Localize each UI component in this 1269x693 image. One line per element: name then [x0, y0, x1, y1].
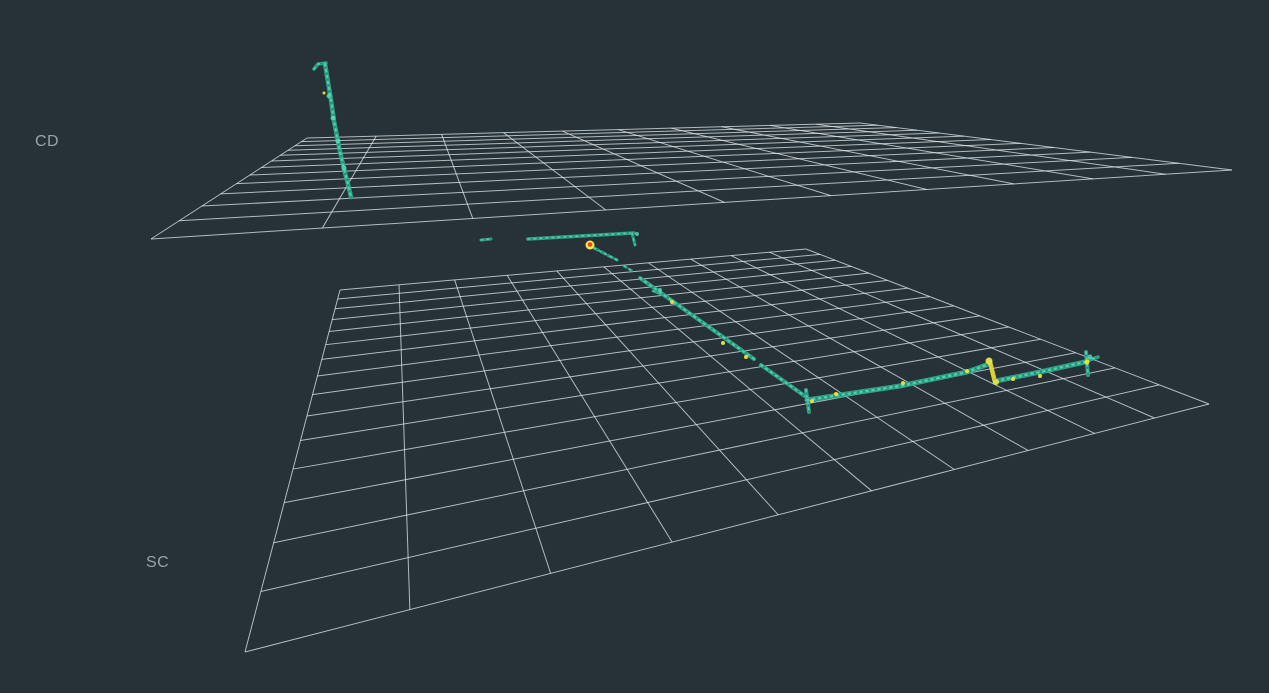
hit-marker	[986, 358, 993, 365]
hit-marker	[993, 379, 999, 385]
grid-line	[691, 259, 1028, 450]
hit-marker	[1038, 374, 1042, 378]
hit-marker	[1085, 360, 1090, 365]
grid-line	[274, 368, 1115, 543]
grid-line	[245, 404, 1209, 652]
hit-marker	[323, 92, 326, 95]
grid-line	[293, 339, 1041, 469]
grid-line	[317, 297, 929, 376]
hit-marker	[965, 369, 969, 373]
grid-line	[618, 130, 831, 196]
hit-marker	[834, 392, 838, 396]
grid-line	[261, 385, 1159, 592]
grid-line	[313, 306, 954, 395]
hit-marker	[670, 300, 674, 304]
flash-hit-core	[588, 242, 593, 247]
sc-plane-label: SC	[146, 555, 169, 571]
glow-point	[658, 288, 662, 292]
grid-line	[301, 125, 877, 141]
grid-line	[562, 131, 724, 202]
hit-marker	[901, 381, 905, 385]
grid-line	[648, 263, 954, 470]
hit-marker	[721, 341, 725, 345]
grid-line	[604, 267, 872, 491]
cd-plane-label: CD	[35, 134, 59, 150]
glow-point	[342, 166, 347, 171]
glow-point	[1088, 355, 1093, 360]
hit-marker	[1011, 377, 1015, 381]
sc-plane-grid	[245, 249, 1209, 652]
glow-point	[336, 139, 341, 144]
scene-canvas[interactable]	[0, 0, 1269, 693]
particle-tracks	[314, 63, 1098, 412]
grid-line	[322, 288, 908, 359]
flash-hit-marker	[586, 241, 595, 250]
grid-line	[151, 138, 307, 239]
hit-marker	[810, 399, 814, 403]
event-display-viewport[interactable]: CD SC	[0, 0, 1269, 693]
glow-point	[327, 94, 332, 99]
glow-point	[331, 116, 336, 121]
cd-plane-grid	[151, 123, 1232, 239]
grid-line	[769, 252, 1154, 418]
sc-jog	[990, 362, 995, 382]
hit-marker	[744, 355, 748, 359]
glow-point	[635, 232, 639, 236]
grid-line	[399, 285, 410, 610]
grid-line	[307, 123, 860, 138]
